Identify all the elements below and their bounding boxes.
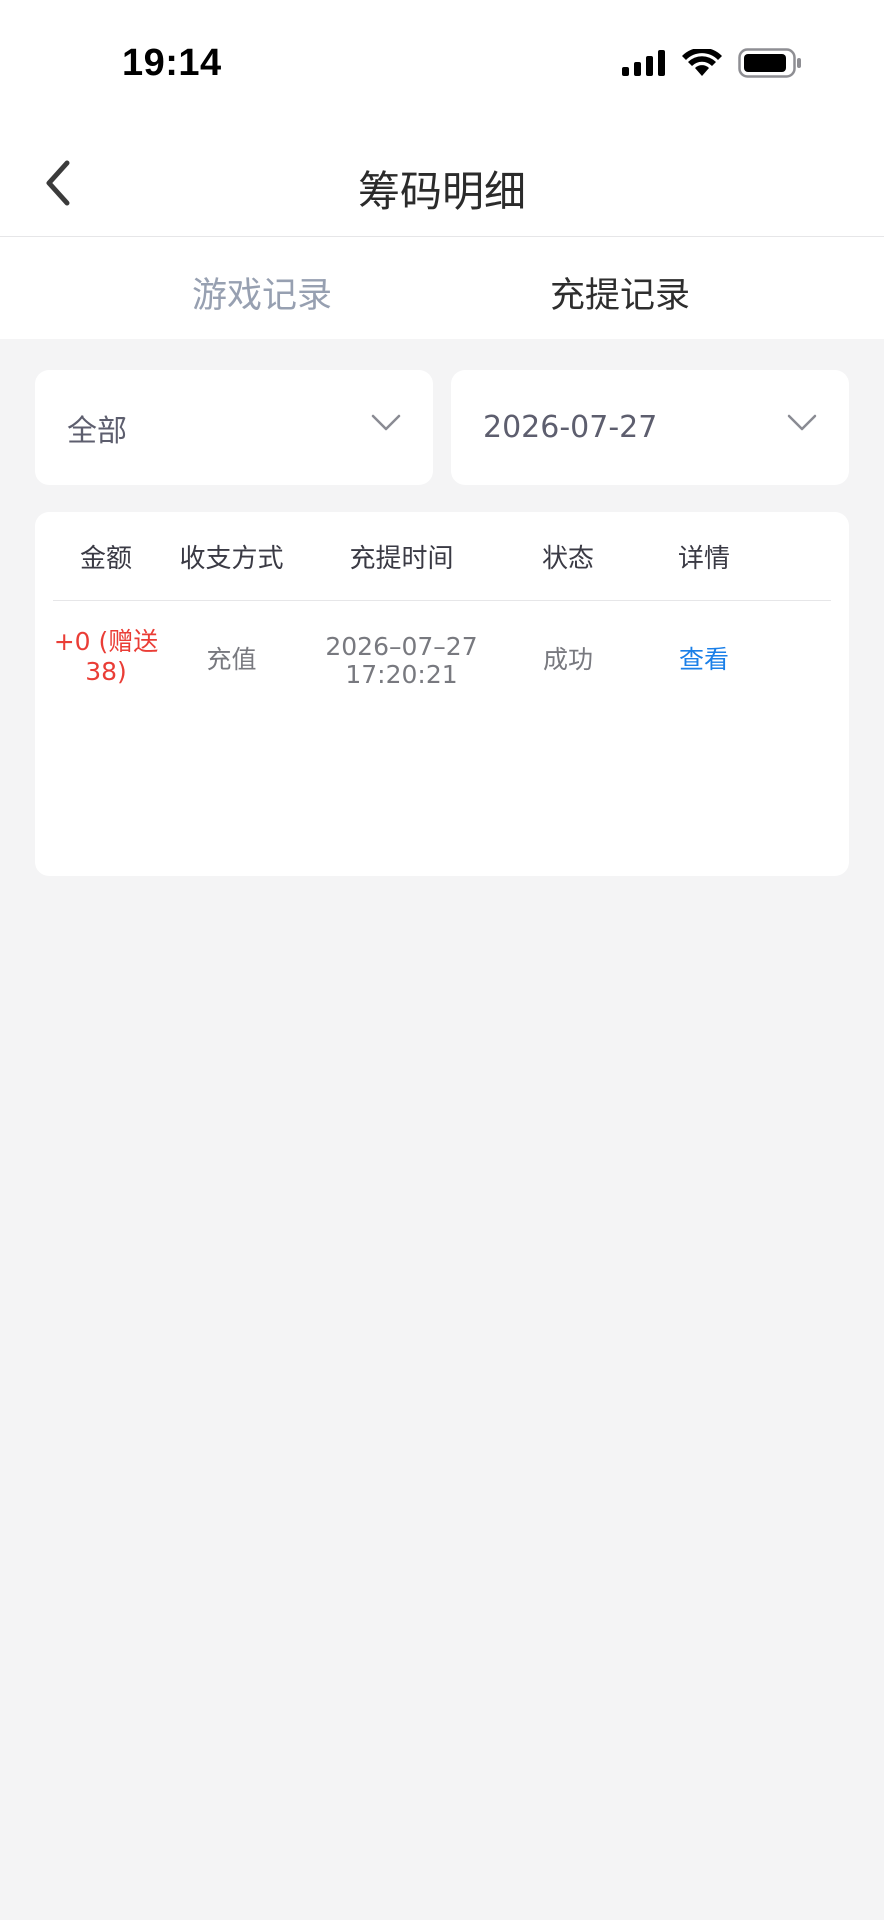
wifi-icon xyxy=(682,49,722,76)
nav-bar: 筹码明细 xyxy=(0,130,884,237)
header-amount: 金额 xyxy=(79,544,132,574)
header-detail: 详情 xyxy=(677,544,730,574)
status-bar: 19:14 xyxy=(0,0,884,130)
header-time: 充提时间 xyxy=(349,544,454,574)
status-time: 19:14 xyxy=(122,42,222,84)
view-detail-link[interactable]: 查看 xyxy=(637,645,771,675)
battery-icon xyxy=(738,48,801,78)
type-filter-value: 全部 xyxy=(67,413,127,449)
table-header: 金额 收支方式 充提时间 状态 详情 xyxy=(53,512,831,601)
row-method: 充值 xyxy=(206,645,257,674)
date-filter-select[interactable]: 2026-07-27 xyxy=(451,370,849,485)
signal-icon xyxy=(622,50,665,76)
chevron-down-icon xyxy=(787,414,817,431)
filters: 全部 2026-07-27 xyxy=(35,370,849,485)
tab-bar: 游戏记录 充提记录 xyxy=(0,237,884,339)
row-time: 2026–07–27 17:20:21 xyxy=(325,632,478,689)
status-icons xyxy=(622,48,802,78)
header-status: 状态 xyxy=(541,544,594,574)
table-row: +0 (赠送 38) 充值 2026–07–27 17:20:21 成功 查看 xyxy=(53,601,831,721)
date-filter-value: 2026-07-27 xyxy=(483,410,658,445)
tab-game-records[interactable]: 游戏记录 xyxy=(192,267,332,318)
records-table: 金额 收支方式 充提时间 状态 详情 +0 (赠送 38) 充值 2026–07… xyxy=(35,512,849,876)
tab-recharge-records[interactable]: 充提记录 xyxy=(550,267,690,318)
row-status: 成功 xyxy=(542,645,593,674)
header: 19:14 筹码明细 游戏记录 充提记录 xyxy=(0,0,884,339)
page-title: 筹码明细 xyxy=(357,167,526,216)
chevron-down-icon xyxy=(371,414,401,431)
row-amount: +0 (赠送 38) xyxy=(53,627,159,686)
type-filter-select[interactable]: 全部 xyxy=(35,370,433,485)
header-method: 收支方式 xyxy=(179,544,284,574)
